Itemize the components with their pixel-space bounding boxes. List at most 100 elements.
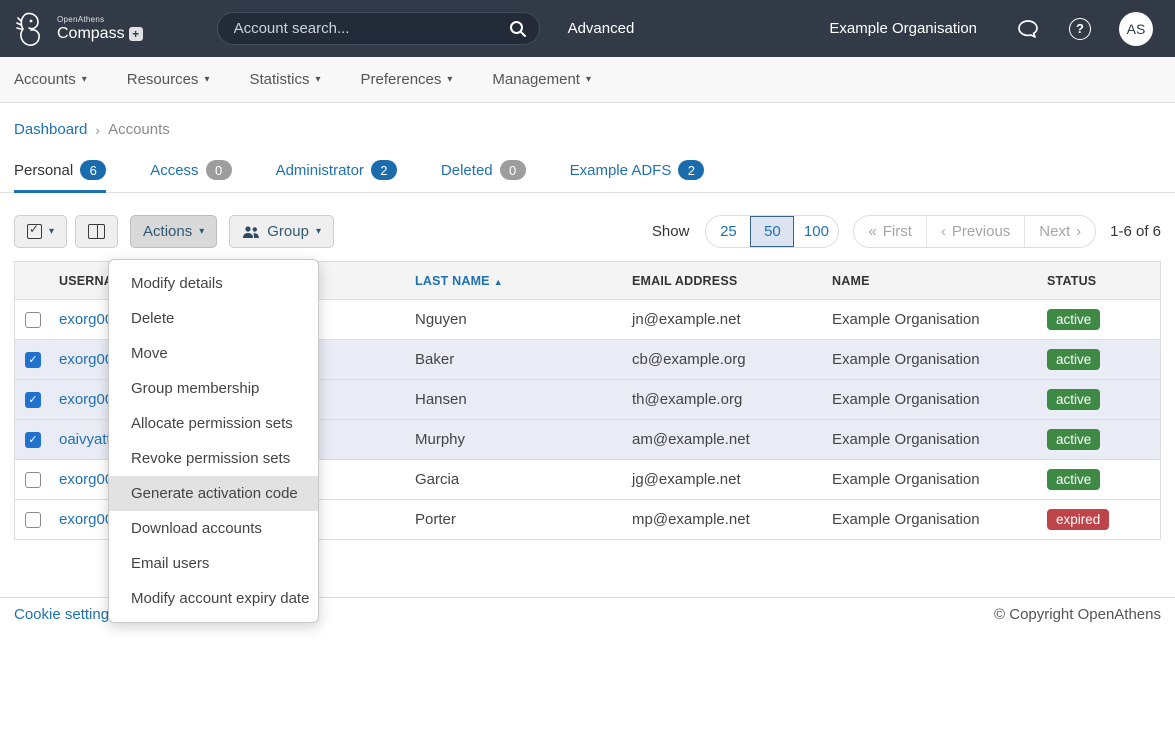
last-name-cell: Nguyen bbox=[415, 311, 632, 328]
page-size-100[interactable]: 100 bbox=[794, 216, 838, 247]
first-page-button[interactable]: « First bbox=[854, 216, 926, 247]
table-toolbar: ▾ Actions ▾ Group ▾ Show 25 50 100 « Fir… bbox=[0, 193, 1175, 248]
group-button[interactable]: Group ▾ bbox=[229, 215, 334, 248]
email-cell: jg@example.net bbox=[632, 471, 832, 488]
name-cell: Example Organisation bbox=[832, 391, 1047, 408]
logo-text: OpenAthens Compass + bbox=[57, 16, 143, 42]
next-page-button[interactable]: Next › bbox=[1024, 216, 1095, 247]
name-cell: Example Organisation bbox=[832, 351, 1047, 368]
status-badge: active bbox=[1047, 349, 1100, 370]
chevron-down-icon: ▾ bbox=[204, 74, 209, 85]
menu-item-move[interactable]: Move bbox=[109, 336, 318, 371]
account-tabs: Personal 6 Access 0 Administrator 2 Dele… bbox=[0, 138, 1175, 193]
email-cell: jn@example.net bbox=[632, 311, 832, 328]
advanced-search-link[interactable]: Advanced bbox=[568, 20, 635, 37]
status-badge: active bbox=[1047, 469, 1100, 490]
nav-accounts[interactable]: Accounts ▾ bbox=[14, 71, 87, 88]
menu-item-allocate-permission-sets[interactable]: Allocate permission sets bbox=[109, 406, 318, 441]
tab-access[interactable]: Access 0 bbox=[150, 160, 231, 192]
breadcrumb-accounts: Accounts bbox=[108, 121, 170, 138]
col-status[interactable]: STATUS bbox=[1047, 274, 1160, 288]
tab-administrator[interactable]: Administrator 2 bbox=[276, 160, 397, 192]
menu-item-download-accounts[interactable]: Download accounts bbox=[109, 511, 318, 546]
help-icon[interactable]: ? bbox=[1067, 16, 1093, 42]
nav-management[interactable]: Management ▾ bbox=[492, 71, 591, 88]
account-search-input[interactable] bbox=[234, 20, 509, 37]
last-name-cell: Baker bbox=[415, 351, 632, 368]
breadcrumb-dashboard[interactable]: Dashboard bbox=[14, 121, 87, 138]
menu-item-email-users[interactable]: Email users bbox=[109, 546, 318, 581]
chevron-left-icon: ‹ bbox=[941, 223, 946, 240]
chevron-down-icon: ▾ bbox=[82, 74, 87, 85]
sort-asc-icon: ▲ bbox=[494, 277, 503, 287]
tab-personal[interactable]: Personal 6 bbox=[14, 160, 106, 192]
row-checkbox[interactable] bbox=[25, 312, 41, 328]
menu-item-revoke-permission-sets[interactable]: Revoke permission sets bbox=[109, 441, 318, 476]
col-email[interactable]: EMAIL ADDRESS bbox=[632, 274, 832, 288]
menu-item-generate-activation-code[interactable]: Generate activation code bbox=[109, 476, 318, 511]
breadcrumb: Dashboard › Accounts bbox=[0, 103, 1175, 138]
organisation-name: Example Organisation bbox=[829, 20, 977, 37]
name-cell: Example Organisation bbox=[832, 431, 1047, 448]
previous-page-button[interactable]: ‹ Previous bbox=[926, 216, 1024, 247]
chevron-right-icon: › bbox=[1076, 223, 1081, 240]
status-badge: expired bbox=[1047, 509, 1109, 530]
tab-deleted[interactable]: Deleted 0 bbox=[441, 160, 526, 192]
account-search-box[interactable] bbox=[217, 12, 540, 45]
nav-statistics[interactable]: Statistics ▾ bbox=[249, 71, 320, 88]
cookie-settings-link[interactable]: Cookie settings bbox=[14, 606, 117, 623]
count-badge: 2 bbox=[678, 160, 704, 180]
checkbox-icon bbox=[27, 224, 42, 239]
count-badge: 0 bbox=[500, 160, 526, 180]
email-cell: cb@example.org bbox=[632, 351, 832, 368]
menu-item-group-membership[interactable]: Group membership bbox=[109, 371, 318, 406]
search-icon[interactable] bbox=[509, 20, 527, 38]
breadcrumb-separator-icon: › bbox=[95, 122, 100, 138]
columns-button[interactable] bbox=[75, 215, 118, 248]
menu-item-modify-account-expiry-date[interactable]: Modify account expiry date bbox=[109, 581, 318, 616]
show-label: Show bbox=[652, 223, 690, 240]
nav-resources[interactable]: Resources ▾ bbox=[127, 71, 210, 88]
page-size-group: 25 50 100 bbox=[705, 215, 839, 248]
count-badge: 6 bbox=[80, 160, 106, 180]
email-cell: th@example.org bbox=[632, 391, 832, 408]
count-badge: 0 bbox=[206, 160, 232, 180]
email-cell: am@example.net bbox=[632, 431, 832, 448]
row-checkbox[interactable] bbox=[25, 392, 41, 408]
openathens-logo[interactable]: OpenAthens Compass + bbox=[12, 8, 143, 50]
col-last-name[interactable]: LAST NAME▲ bbox=[415, 274, 632, 288]
double-chevron-left-icon: « bbox=[868, 223, 876, 240]
brand-large: Compass bbox=[57, 26, 125, 42]
page-size-50[interactable]: 50 bbox=[750, 216, 794, 247]
brand-small: OpenAthens bbox=[57, 16, 143, 24]
owl-icon bbox=[12, 8, 50, 50]
row-checkbox[interactable] bbox=[25, 352, 41, 368]
chat-icon[interactable] bbox=[1015, 16, 1041, 42]
name-cell: Example Organisation bbox=[832, 471, 1047, 488]
col-name[interactable]: NAME bbox=[832, 274, 1047, 288]
actions-button[interactable]: Actions ▾ bbox=[130, 215, 217, 248]
name-cell: Example Organisation bbox=[832, 311, 1047, 328]
status-badge: active bbox=[1047, 309, 1100, 330]
nav-preferences[interactable]: Preferences ▾ bbox=[361, 71, 453, 88]
last-name-cell: Porter bbox=[415, 511, 632, 528]
menu-item-modify-details[interactable]: Modify details bbox=[109, 266, 318, 301]
tab-example-adfs[interactable]: Example ADFS 2 bbox=[570, 160, 705, 192]
people-icon bbox=[242, 225, 260, 239]
result-range: 1-6 of 6 bbox=[1110, 223, 1161, 240]
top-header: OpenAthens Compass + Advanced Example Or… bbox=[0, 0, 1175, 57]
user-avatar[interactable]: AS bbox=[1119, 12, 1153, 46]
menu-item-delete[interactable]: Delete bbox=[109, 301, 318, 336]
row-checkbox[interactable] bbox=[25, 432, 41, 448]
last-name-cell: Garcia bbox=[415, 471, 632, 488]
columns-icon bbox=[88, 224, 105, 239]
count-badge: 2 bbox=[371, 160, 397, 180]
name-cell: Example Organisation bbox=[832, 511, 1047, 528]
row-checkbox[interactable] bbox=[25, 472, 41, 488]
chevron-down-icon: ▾ bbox=[316, 226, 321, 237]
select-all-button[interactable]: ▾ bbox=[14, 215, 67, 248]
chevron-down-icon: ▾ bbox=[49, 226, 54, 237]
row-checkbox[interactable] bbox=[25, 512, 41, 528]
chevron-down-icon: ▾ bbox=[447, 74, 452, 85]
page-size-25[interactable]: 25 bbox=[706, 216, 750, 247]
